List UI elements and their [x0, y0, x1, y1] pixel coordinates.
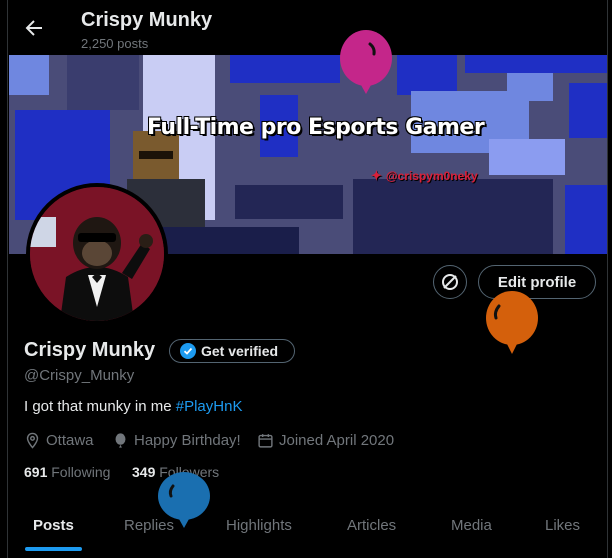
bio-text: I got that munky in me [24, 398, 176, 415]
balloon-icon [340, 30, 392, 94]
following-link[interactable]: 691 Following [24, 464, 110, 480]
banner-block [230, 55, 340, 83]
verified-badge-icon [180, 343, 196, 359]
joined-item: Joined April 2020 [257, 432, 394, 449]
joined-text: Joined April 2020 [279, 432, 395, 449]
profile-page: Crispy Munky 2,250 posts Full-Time pro E… [7, 0, 608, 558]
tab-posts[interactable]: Posts [33, 517, 74, 534]
location-item: Ottawa [24, 432, 94, 449]
sync-button[interactable] [433, 265, 467, 299]
banner-block [565, 185, 607, 254]
get-verified-button[interactable]: Get verified [169, 339, 295, 363]
balloon-icon [486, 291, 538, 354]
user-handle: @Crispy_Munky [24, 367, 135, 384]
balloon-icon [158, 472, 210, 528]
avatar[interactable] [26, 183, 168, 325]
banner-block [489, 139, 565, 175]
banner-block [9, 55, 49, 95]
location-text: Ottawa [46, 432, 94, 449]
back-arrow-icon[interactable] [22, 16, 46, 40]
sync-icon [442, 274, 458, 290]
following-label: Following [51, 464, 111, 480]
birthday-item: Happy Birthday! [112, 432, 241, 449]
calendar-icon [258, 434, 273, 448]
banner-block [235, 185, 343, 219]
banner-block [67, 55, 139, 110]
tab-articles[interactable]: Articles [347, 517, 396, 534]
location-icon [26, 432, 39, 449]
active-tab-indicator [25, 547, 82, 551]
banner-block [159, 227, 299, 254]
following-count: 691 [24, 464, 48, 480]
balloon-icon [115, 433, 126, 448]
banner-title: Full-Time pro Esports Gamer [147, 115, 485, 140]
banner-block [397, 55, 457, 95]
get-verified-label: Get verified [201, 343, 279, 359]
profile-tabs: Posts Replies Highlights Articles Media … [8, 503, 607, 558]
header-name: Crispy Munky [81, 9, 213, 31]
top-bar: Crispy Munky 2,250 posts [8, 0, 607, 55]
bio-hashtag-link[interactable]: #PlayHnK [176, 398, 243, 415]
birthday-text: Happy Birthday! [134, 432, 241, 449]
banner-block [465, 55, 607, 73]
bio: I got that munky in me #PlayHnK [24, 398, 242, 415]
banner-handle-text: @crispym0neky [385, 169, 478, 183]
banner-block [569, 83, 607, 138]
twitter-bird-icon: ✦ [371, 168, 382, 183]
tab-likes[interactable]: Likes [545, 517, 580, 534]
display-name: Crispy Munky [24, 339, 156, 361]
followers-count: 349 [132, 464, 156, 480]
character-glasses [139, 151, 173, 159]
banner-handle: ✦ @crispym0neky [371, 168, 478, 184]
tab-media[interactable]: Media [451, 517, 492, 534]
post-count: 2,250 posts [81, 36, 149, 51]
tab-highlights[interactable]: Highlights [226, 517, 292, 534]
banner-block [353, 179, 553, 254]
